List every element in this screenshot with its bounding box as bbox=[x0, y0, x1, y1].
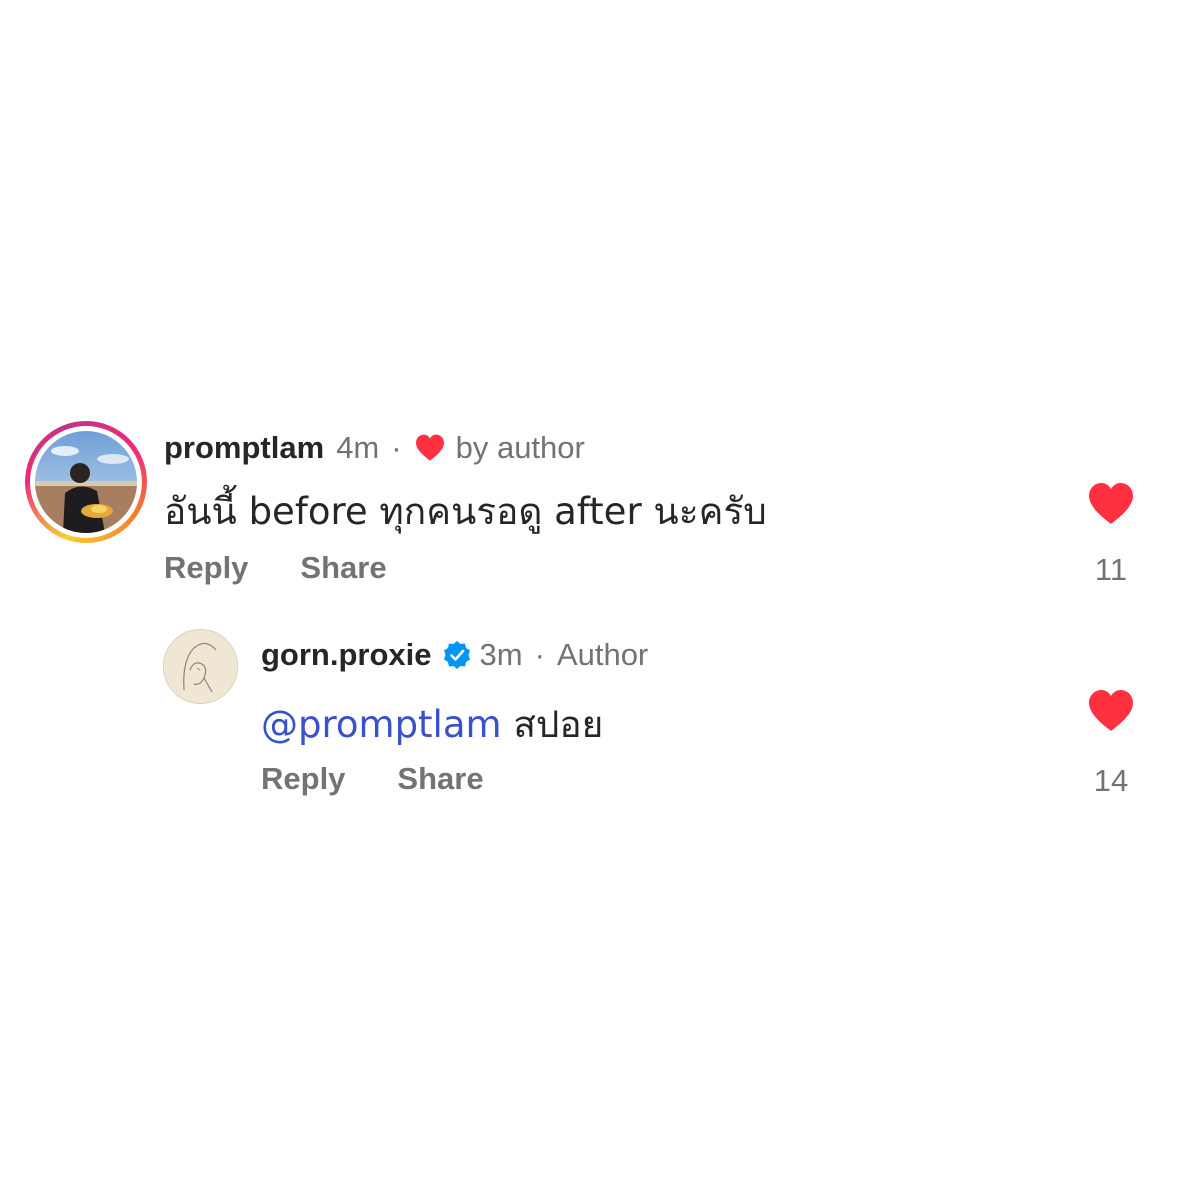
reply-button[interactable]: Reply bbox=[261, 761, 345, 797]
reply-username[interactable]: gorn.proxie bbox=[261, 637, 432, 673]
like-heart-icon[interactable] bbox=[1087, 482, 1135, 526]
share-button[interactable]: Share bbox=[300, 550, 386, 586]
like-count[interactable]: 14 bbox=[1081, 763, 1141, 799]
comment-timestamp: 4m bbox=[336, 430, 380, 465]
reply-text: @promptlam สปอย bbox=[261, 695, 603, 754]
separator-dot: · bbox=[534, 637, 545, 672]
liked-by-author-label: by author bbox=[455, 430, 585, 465]
comment-item: promptlam 4m · by author อันนี้ before ท… bbox=[0, 420, 1200, 600]
reply-actions: Reply Share bbox=[261, 761, 484, 797]
liked-by-author-heart-icon bbox=[414, 434, 446, 462]
reply-timestamp: 3m bbox=[479, 637, 523, 672]
share-button[interactable]: Share bbox=[397, 761, 483, 797]
comments-screen: promptlam 4m · by author อันนี้ before ท… bbox=[0, 0, 1200, 1200]
reply-body: สปอย bbox=[513, 703, 604, 746]
profile-photo-icon bbox=[35, 431, 137, 533]
comment-actions: Reply Share bbox=[164, 550, 387, 586]
line-drawing-avatar-icon[interactable] bbox=[163, 629, 238, 704]
reply-item: gorn.proxie 3m · Author @promptlam สปอย … bbox=[0, 625, 1200, 805]
mention-link[interactable]: @promptlam bbox=[261, 703, 502, 746]
comment-header: promptlam 4m · by author bbox=[164, 428, 585, 468]
author-label: Author bbox=[556, 637, 649, 672]
verified-badge-icon bbox=[442, 640, 472, 670]
comment-text: อันนี้ before ทุกคนรอดู after นะครับ bbox=[164, 490, 767, 533]
like-heart-icon[interactable] bbox=[1087, 689, 1135, 733]
reply-header: gorn.proxie 3m · Author bbox=[261, 635, 648, 675]
reply-button[interactable]: Reply bbox=[164, 550, 248, 586]
like-count[interactable]: 11 bbox=[1081, 552, 1141, 588]
story-ring-avatar[interactable] bbox=[25, 421, 147, 543]
separator-dot: · bbox=[391, 430, 402, 465]
comment-username[interactable]: promptlam bbox=[164, 430, 324, 466]
